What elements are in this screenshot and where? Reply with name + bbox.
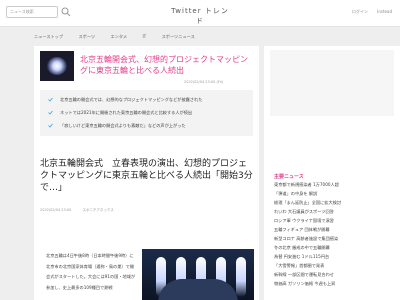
sidebar-news-item[interactable]: 冬の北京 厳戒の中で五輪開幕	[274, 245, 394, 251]
check-icon	[48, 123, 53, 128]
summary-box: 北京五輪の開会式では、幻想的なプロジェクトマッピングなどが披露された ネットでは…	[40, 90, 253, 136]
sidebar-news-item[interactable]: 新幹線 一部区間で運転見合わせ	[274, 272, 394, 278]
nav-item[interactable]: エンタメ	[110, 34, 127, 39]
sidebar-news-item[interactable]: 為替 円安進む 1ドル115円台	[274, 254, 394, 260]
instead-link[interactable]: Instead	[377, 9, 392, 14]
article-meta: 2022/02/04 23:00 スポニチアネックス	[40, 208, 124, 213]
sidebar-heading: 主要ニュース	[274, 174, 304, 180]
nav-item[interactable]: スポーツ	[78, 34, 95, 39]
nav-item[interactable]: IT	[142, 34, 146, 39]
summary-item: ネットでは2021年に開催された東京五輪の開会式と比較する人が続出	[60, 110, 193, 115]
sidebar: 主要ニュース 東京都で新規感染者 1万7000人超 「弾道」の中身を 解説 総理…	[264, 46, 400, 300]
top-bar: ニュース検索 Twitter トレンド ログイン Instead	[0, 0, 400, 27]
check-icon	[48, 110, 53, 115]
nav-item[interactable]: スポーツニュース	[162, 34, 195, 39]
sidebar-news-item[interactable]: 「大雪警報」首都圏で発表	[274, 263, 394, 269]
article-source[interactable]: スポニチアネックス	[83, 208, 114, 212]
sidebar-news-item[interactable]: 総理「まん延防止」全国に拡大検討	[274, 200, 394, 206]
category-nav: ニューストップ スポーツ エンタメ IT スポーツニュース	[34, 34, 209, 40]
top-links: ログイン Instead	[344, 9, 392, 15]
hero-meta: 2022/02/04 23:00 (Fri)	[184, 80, 224, 84]
article-body: 北京五輪は4日午後8時（日本時間午後9時）に北京市の北京国家体育場（通称・鳥の巣…	[46, 253, 136, 290]
summary-item: 「寂しいけど東京五輪の開会式よりも素敵だ」などの声が上がった	[60, 123, 186, 128]
hero-thumbnail[interactable]	[40, 51, 74, 81]
search-input[interactable]: ニュース検索	[6, 6, 58, 18]
site-logo[interactable]: Twitter トレンド	[170, 6, 230, 25]
hero-title[interactable]: 北京五輪開会式、幻想的プロジェクトマッピングに東京五輪と比べる人続出	[80, 54, 252, 76]
ad-slot	[270, 50, 394, 116]
sidebar-news-item[interactable]: ロシア軍 ウクライナ国境で演習	[274, 218, 394, 224]
article-photo	[142, 249, 254, 300]
article-date: 2022/02/04 23:00	[40, 208, 72, 212]
login-link[interactable]: ログイン	[352, 9, 368, 14]
check-icon	[48, 97, 53, 102]
nav-item[interactable]: ニューストップ	[34, 34, 63, 39]
sidebar-news-item[interactable]: 東京都で新規感染者 1万7000人超	[274, 182, 394, 188]
sidebar-news-item[interactable]: 「弾道」の中身を 解説	[274, 191, 394, 197]
sidebar-news-item[interactable]: 物価高 ガソリン価格 今週も上昇	[274, 281, 394, 287]
logo-text: Twitter トレンド	[171, 7, 229, 25]
sidebar-news-item[interactable]: れいわ 大石議員がスポーツ回答	[274, 209, 394, 215]
search-icon[interactable]	[60, 6, 72, 18]
sidebar-news-item[interactable]: 新型コロナ 高齢者施設で集団感染	[274, 236, 394, 242]
sidebar-news-item[interactable]: 五輪フィギュア 団体戦が開幕	[274, 227, 394, 233]
article-title: 北京五輪開会式 立春表現の演出、幻想的プロジェクトマッピングに東京五輪と比べる人…	[40, 159, 253, 193]
summary-item: 北京五輪の開会式では、幻想的なプロジェクトマッピングなどが披露された	[60, 97, 203, 102]
main-content: 北京五輪開会式、幻想的プロジェクトマッピングに東京五輪と比べる人続出 2022/…	[34, 46, 259, 300]
